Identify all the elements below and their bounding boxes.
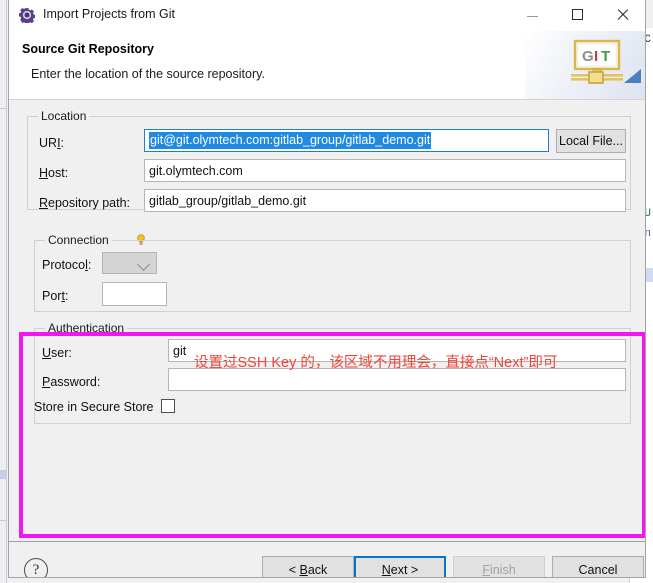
svg-text:G: G bbox=[582, 48, 594, 65]
import-projects-from-git-dialog: Import Projects from Git Source Git Repo… bbox=[8, 0, 646, 578]
uri-label: URI: bbox=[39, 136, 65, 150]
host-label: Host: bbox=[39, 166, 69, 180]
minimize-button[interactable] bbox=[510, 0, 555, 29]
store-secure-label: Store in Secure Store bbox=[34, 400, 154, 414]
git-logo-icon: G I T bbox=[571, 39, 627, 89]
page-title: Source Git Repository bbox=[22, 42, 154, 56]
chevron-down-icon bbox=[137, 258, 150, 271]
store-in-secure-store-checkbox[interactable] bbox=[161, 399, 175, 413]
dialog-titlebar[interactable]: Import Projects from Git bbox=[9, 0, 645, 31]
close-icon bbox=[616, 8, 629, 21]
user-input-value: git bbox=[173, 343, 187, 358]
help-question-icon[interactable]: ? bbox=[24, 558, 48, 577]
repository-path-label: Repository path: bbox=[39, 196, 131, 210]
background-divider bbox=[0, 520, 7, 521]
cancel-button[interactable]: Cancel bbox=[552, 556, 644, 577]
dialog-header: Source Git Repository Enter the location… bbox=[9, 31, 645, 100]
protocol-combo[interactable] bbox=[102, 252, 157, 274]
host-input[interactable]: git.olymtech.com bbox=[144, 159, 626, 182]
banner-arrow-icon bbox=[624, 69, 641, 83]
host-input-value: git.olymtech.com bbox=[149, 163, 243, 178]
close-button[interactable] bbox=[600, 0, 645, 29]
next-button-label: Next > bbox=[381, 562, 419, 577]
next-button[interactable]: Next > bbox=[354, 556, 446, 577]
uri-input-value: git@git.olymtech.com:gitlab_group/gitlab… bbox=[149, 132, 432, 149]
location-group-title: Location bbox=[38, 109, 90, 123]
port-input[interactable] bbox=[102, 282, 167, 306]
background-left-panel bbox=[0, 0, 7, 583]
svg-text:T: T bbox=[601, 48, 610, 65]
svg-text:I: I bbox=[594, 48, 598, 65]
minimize-icon bbox=[527, 16, 538, 17]
dialog-footer: ? < Back Next > Finish Cancel bbox=[9, 542, 645, 577]
password-label: Password: bbox=[42, 375, 101, 389]
user-label: User: bbox=[42, 346, 72, 360]
maximize-icon bbox=[572, 9, 583, 20]
repository-path-input-value: gitlab_group/gitlab_demo.git bbox=[149, 193, 307, 208]
dialog-body: Location URI: git@git.olymtech.com:gitla… bbox=[9, 100, 645, 542]
cancel-button-label: Cancel bbox=[578, 562, 618, 577]
finish-button-label: Finish bbox=[482, 562, 516, 577]
uri-input[interactable]: git@git.olymtech.com:gitlab_group/gitlab… bbox=[144, 129, 549, 152]
eclipse-gear-icon bbox=[18, 7, 36, 25]
back-button-label: < Back bbox=[288, 562, 328, 577]
page-subtitle: Enter the location of the source reposit… bbox=[31, 67, 265, 81]
port-label: Port: bbox=[42, 289, 69, 303]
local-file-button[interactable]: Local File... bbox=[556, 129, 626, 153]
annotation-text: 设置过SSH Key 的，该区域不用理会，直接点“Next”即可 bbox=[194, 355, 558, 371]
maximize-button[interactable] bbox=[555, 0, 600, 29]
connection-group-title: Connection bbox=[45, 233, 112, 247]
protocol-label: Protocol: bbox=[42, 258, 92, 272]
background-divider bbox=[0, 108, 7, 109]
finish-button: Finish bbox=[453, 556, 545, 577]
dialog-title: Import Projects from Git bbox=[43, 7, 175, 21]
repository-path-input[interactable]: gitlab_group/gitlab_demo.git bbox=[144, 189, 626, 212]
background-left-selection bbox=[0, 470, 7, 479]
authentication-group-title: Authentication bbox=[45, 321, 128, 335]
back-button[interactable]: < Back bbox=[262, 556, 354, 577]
